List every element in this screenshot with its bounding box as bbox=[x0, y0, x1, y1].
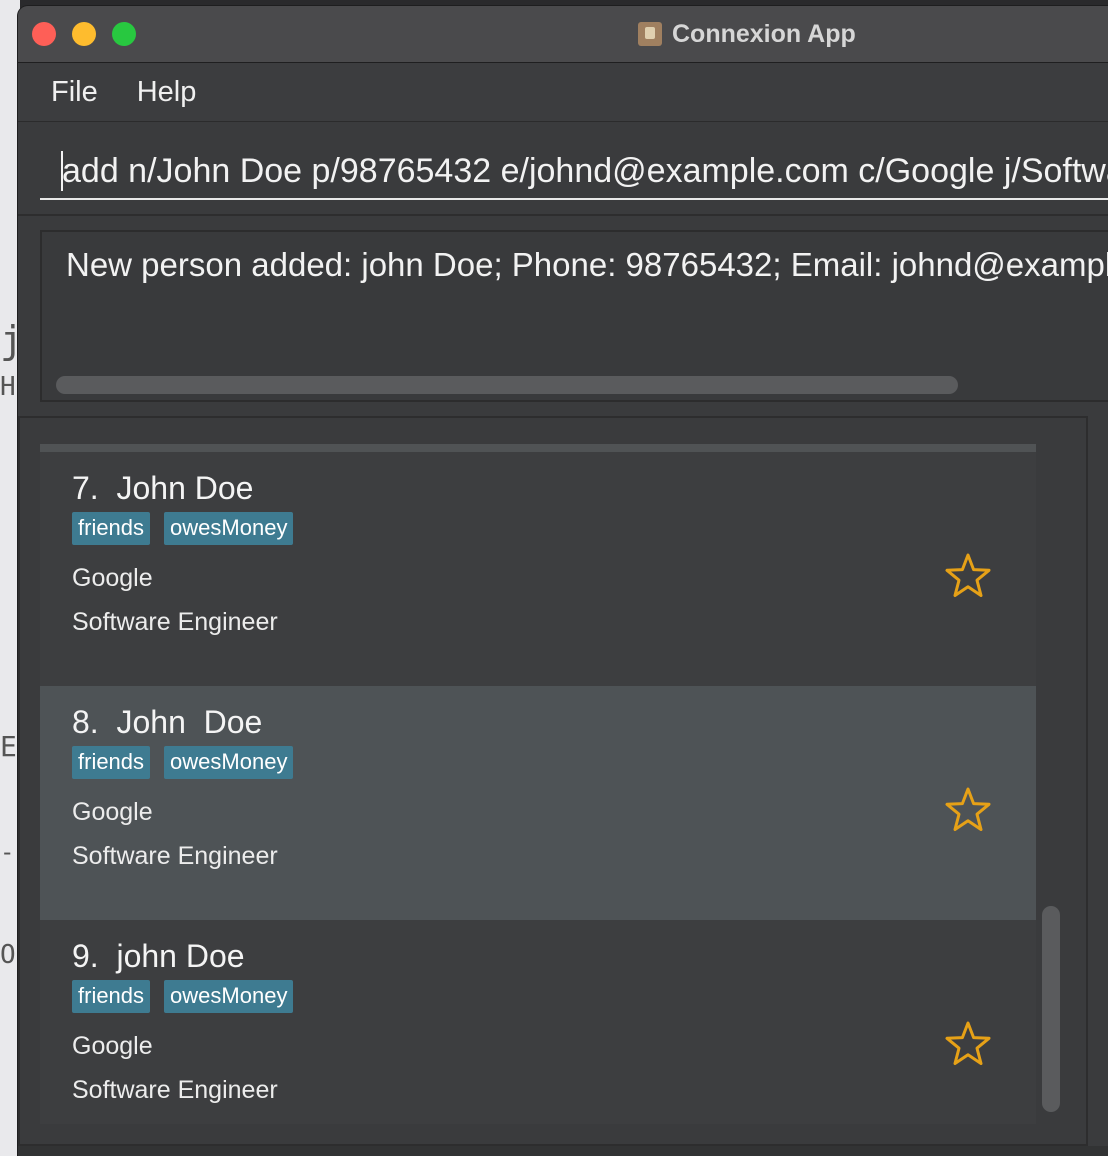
person-name: 8. John Doe bbox=[72, 704, 263, 740]
person-job: Software Engineer bbox=[72, 1076, 278, 1104]
star-icon[interactable] bbox=[944, 552, 992, 600]
person-company: Google bbox=[72, 564, 153, 592]
background-window: j Ha E - OR bbox=[0, 0, 31, 1156]
list-top-edge bbox=[40, 444, 1036, 452]
person-company: Google bbox=[72, 798, 153, 826]
person-name: 7. John Doe bbox=[72, 470, 254, 506]
tag-badge: friends bbox=[72, 512, 151, 545]
person-job: Software Engineer bbox=[72, 608, 278, 636]
app-window: Connexion App File Help add n/John Doe p… bbox=[18, 6, 1108, 1156]
command-input[interactable]: add n/John Doe p/98765432 e/johnd@exampl… bbox=[40, 142, 1108, 200]
star-icon[interactable] bbox=[944, 786, 992, 834]
result-horizontal-scrollbar[interactable] bbox=[56, 376, 958, 394]
tag-badge: owesMoney bbox=[164, 746, 294, 779]
close-window-button[interactable] bbox=[32, 22, 56, 46]
person-card-selected[interactable]: 8. John Doe friends owesMoney Google Sof… bbox=[40, 686, 1036, 920]
title-bar[interactable]: Connexion App bbox=[18, 6, 1108, 63]
minimize-window-button[interactable] bbox=[72, 22, 96, 46]
person-list-panel: 7. John Doe friends owesMoney Google Sof… bbox=[18, 416, 1088, 1146]
person-name: 9. john Doe bbox=[72, 938, 245, 974]
screen: j Ha E - OR Connexion App File Help add … bbox=[0, 0, 1108, 1156]
menu-bar: File Help bbox=[18, 63, 1108, 122]
list-vertical-scrollbar[interactable] bbox=[1042, 906, 1060, 1112]
background-text-fragment: - bbox=[0, 838, 15, 866]
person-card[interactable]: 9. john Doe friends owesMoney Google Sof… bbox=[40, 920, 1036, 1124]
person-tags: friends owesMoney bbox=[72, 746, 294, 779]
text-caret bbox=[61, 151, 63, 191]
tag-badge: friends bbox=[72, 980, 151, 1013]
menu-help[interactable]: Help bbox=[137, 76, 197, 109]
person-company: Google bbox=[72, 1032, 153, 1060]
result-message: New person added: john Doe; Phone: 98765… bbox=[66, 246, 1108, 283]
window-title-group: Connexion App bbox=[638, 16, 856, 52]
person-job: Software Engineer bbox=[72, 842, 278, 870]
person-tags: friends owesMoney bbox=[72, 980, 294, 1013]
tag-badge: friends bbox=[72, 746, 151, 779]
zoom-window-button[interactable] bbox=[112, 22, 136, 46]
person-card[interactable]: 7. John Doe friends owesMoney Google Sof… bbox=[40, 452, 1036, 686]
menu-file[interactable]: File bbox=[51, 76, 98, 109]
background-text-fragment: E bbox=[0, 730, 17, 763]
app-icon bbox=[638, 22, 662, 46]
star-icon[interactable] bbox=[944, 1020, 992, 1068]
window-bottom-edge bbox=[18, 1146, 1108, 1156]
tag-badge: owesMoney bbox=[164, 512, 294, 545]
command-box: add n/John Doe p/98765432 e/johnd@exampl… bbox=[18, 122, 1108, 216]
person-list: 7. John Doe friends owesMoney Google Sof… bbox=[40, 444, 1036, 1124]
window-title: Connexion App bbox=[672, 19, 856, 48]
result-display: New person added: john Doe; Phone: 98765… bbox=[40, 230, 1108, 402]
tag-badge: owesMoney bbox=[164, 980, 294, 1013]
person-tags: friends owesMoney bbox=[72, 512, 294, 545]
